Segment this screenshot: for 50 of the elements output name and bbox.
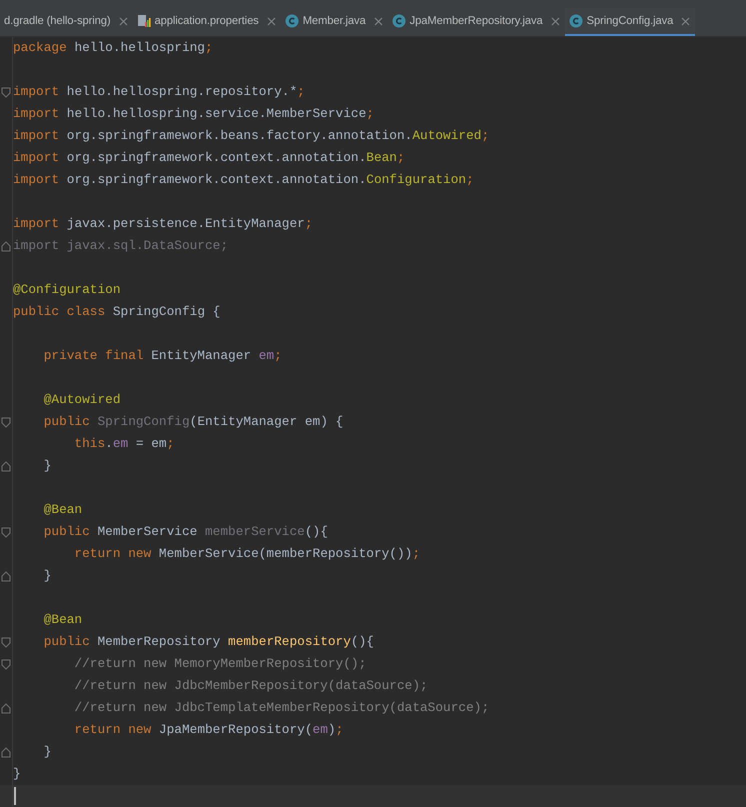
fold-marker-icon[interactable] (1, 702, 11, 714)
editor-tab[interactable]: d.gradle (hello-spring) (0, 8, 133, 36)
fold-marker-icon[interactable] (1, 416, 11, 428)
code-line: import org.springframework.beans.factory.annotation.Autowired; (13, 127, 490, 145)
fold-marker-icon[interactable] (1, 86, 11, 98)
close-icon[interactable] (266, 16, 276, 26)
code-line: //return new JdbcTemplateMemberRepository(dataSource); (73, 699, 490, 717)
class-file-icon (392, 14, 406, 28)
editor-tab[interactable]: Member.java (280, 8, 388, 36)
code-line: public MemberService memberService(){ (42, 523, 328, 541)
code-line: public class SpringConfig { (13, 303, 220, 321)
fold-marker-icon[interactable] (1, 658, 11, 670)
code-line: } (42, 743, 52, 761)
code-line: import org.springframework.context.annotation.Configuration; (13, 171, 474, 189)
code-line: } (13, 765, 21, 783)
code-line: import javax.sql.DataSource; (13, 237, 228, 255)
code-line: import org.springframework.context.annotation.Bean; (13, 149, 405, 167)
code-line: private final EntityManager em; (42, 347, 282, 365)
code-line: import hello.hellospring.repository.*; (13, 83, 305, 101)
close-icon[interactable] (118, 16, 128, 26)
properties-file-icon (136, 14, 151, 28)
code-line: @Bean (42, 501, 82, 519)
close-icon[interactable] (550, 16, 560, 26)
code-line: @Autowired (42, 391, 121, 409)
code-line: import hello.hellospring.service.MemberService; (13, 105, 374, 123)
code-line: public SpringConfig(EntityManager em) { (42, 413, 344, 431)
code-line: public MemberRepository memberRepository(){ (42, 633, 374, 651)
close-icon[interactable] (681, 16, 690, 26)
editor-tab[interactable]: application.properties (132, 8, 281, 36)
class-file-icon (568, 14, 583, 28)
fold-marker-icon[interactable] (1, 240, 11, 252)
code-line: @Bean (42, 611, 82, 629)
editor-tab[interactable]: JpaMemberRepository.java (388, 8, 565, 36)
fold-marker-icon[interactable] (1, 746, 11, 758)
code-line: //return new MemoryMemberRepository(); (73, 655, 366, 673)
code-line: return new MemberService(memberRepository()); (73, 545, 420, 563)
close-icon[interactable] (374, 16, 383, 26)
class-file-icon (284, 14, 299, 28)
fold-marker-icon[interactable] (1, 460, 11, 472)
fold-marker-icon[interactable] (1, 570, 11, 582)
code-line: } (42, 567, 52, 585)
code-line: this.em = em; (73, 435, 174, 453)
code-line: import javax.persistence.EntityManager; (13, 215, 313, 233)
code-line: //return new JdbcMemberRepository(dataSource); (73, 677, 428, 695)
code-line: } (42, 457, 52, 475)
code-line: package hello.hellospring; (13, 39, 213, 57)
fold-marker-icon[interactable] (1, 526, 11, 538)
code-line: @Configuration (13, 281, 121, 299)
fold-marker-icon[interactable] (1, 636, 11, 648)
code-line: return new JpaMemberRepository(em); (73, 721, 344, 739)
